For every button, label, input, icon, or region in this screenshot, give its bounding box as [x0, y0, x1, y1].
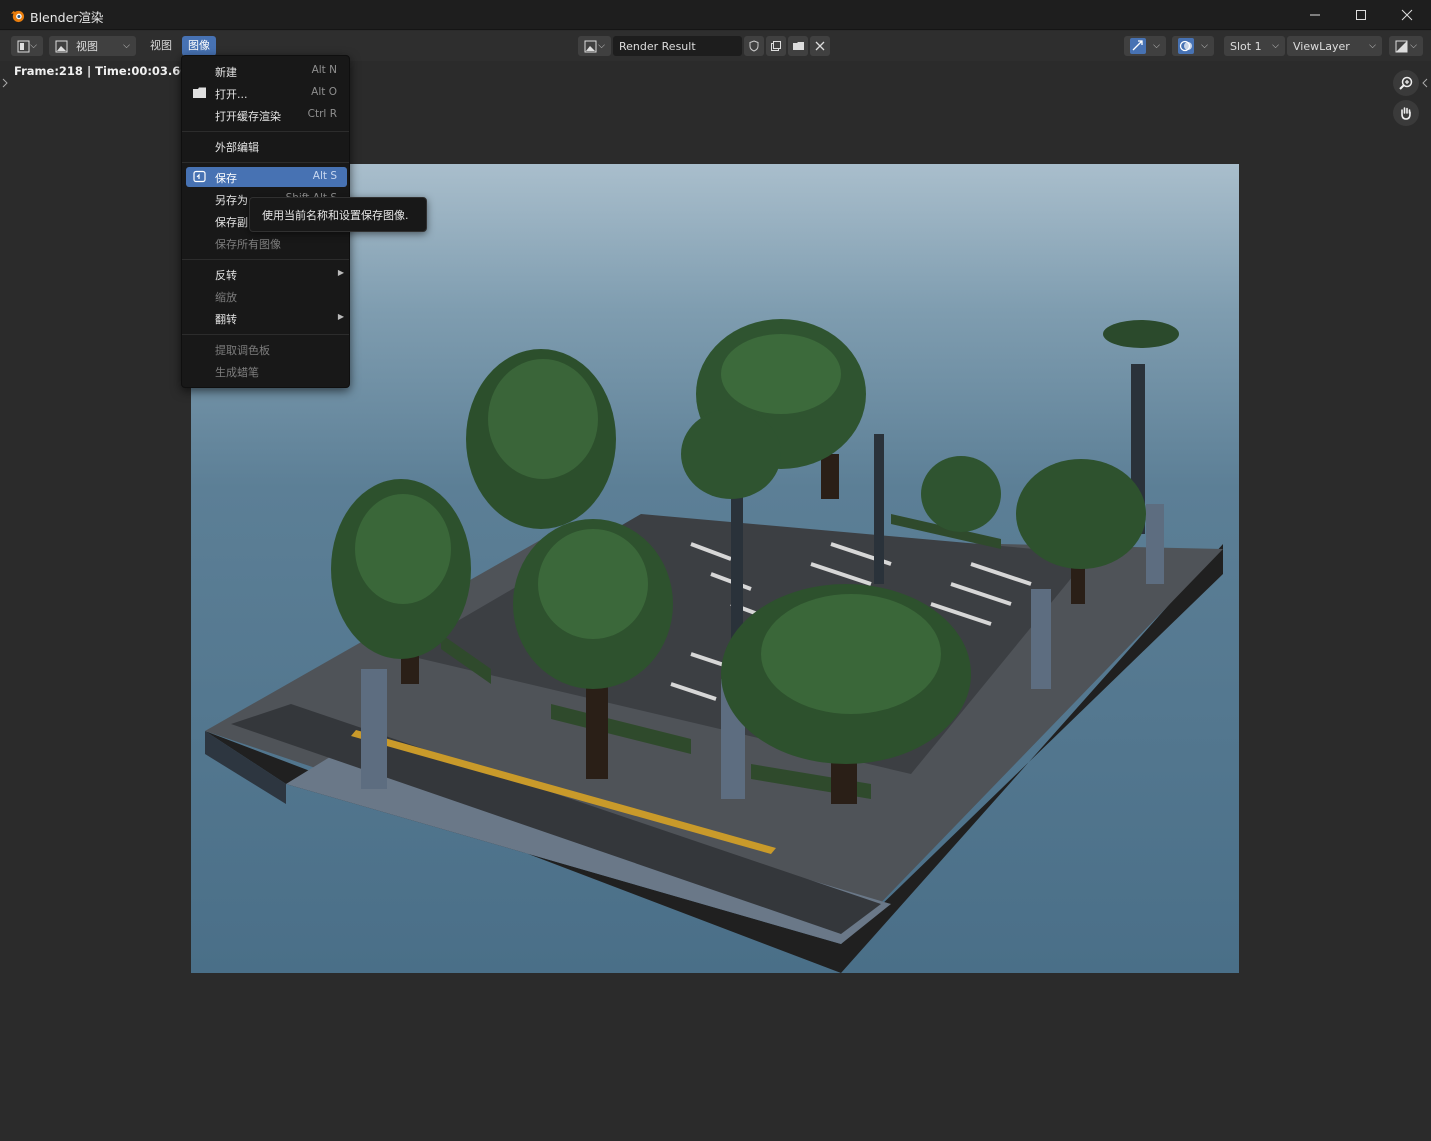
menu-item-save-all-images[interactable]: 保存所有图像 — [186, 233, 347, 253]
minimize-icon — [1310, 14, 1320, 16]
minimize-button[interactable] — [1292, 0, 1338, 30]
menu-item-shortcut: Alt S — [312, 170, 337, 182]
chevron-down-icon: ⌵ — [598, 41, 605, 51]
chevron-down-icon: ⌵ — [1369, 41, 1376, 51]
menu-item-flip[interactable]: 翻转 ▶ — [186, 308, 347, 328]
shield-icon — [749, 40, 759, 52]
close-window-button[interactable] — [1384, 0, 1430, 30]
submenu-arrow-icon: ▶ — [337, 268, 344, 277]
menu-item-label: 提取调色板 — [215, 344, 270, 357]
image-name-field[interactable]: Render Result — [613, 36, 742, 56]
menu-item-shortcut: Alt N — [311, 64, 337, 76]
editor-type-button[interactable]: ⌵ — [11, 36, 43, 56]
maximize-icon — [1356, 10, 1366, 20]
menu-item-invert[interactable]: 反转 ▶ — [186, 264, 347, 284]
menu-item-label: 保存 — [215, 172, 237, 185]
overlay-toggle-button[interactable]: ⌵ — [1172, 36, 1214, 56]
display-channels-select[interactable]: ⌵ — [1389, 36, 1423, 56]
menu-view[interactable]: 视图 — [144, 36, 178, 56]
menu-item-new[interactable]: 新建 Alt N — [186, 61, 347, 81]
menu-item-save[interactable]: 保存 Alt S — [186, 167, 347, 187]
menu-item-resize[interactable]: 缩放 — [186, 286, 347, 306]
image-view-icon — [55, 40, 68, 52]
menu-item-extract-palette[interactable]: 提取调色板 — [186, 339, 347, 359]
close-icon — [1401, 9, 1413, 21]
menu-item-label: 保存所有图像 — [215, 238, 281, 251]
image-editor-icon — [17, 40, 30, 52]
folder-icon — [193, 87, 206, 98]
duplicate-image-button[interactable] — [766, 36, 786, 56]
hand-icon — [1401, 107, 1411, 120]
chevron-down-icon: ⌵ — [123, 41, 130, 51]
left-region-toggle[interactable] — [0, 62, 8, 1141]
menu-item-open[interactable]: 打开... Alt O — [186, 83, 347, 103]
chevron-right-icon — [2, 78, 8, 88]
menu-item-edit-externally[interactable]: 外部编辑 — [186, 136, 347, 156]
unlink-image-button[interactable] — [810, 36, 830, 56]
open-image-button[interactable] — [788, 36, 808, 56]
chevron-down-icon: ⌵ — [1410, 41, 1417, 51]
chevron-down-icon: ⌵ — [1272, 41, 1279, 51]
folder-icon — [792, 42, 804, 50]
menu-item-label: 翻转 — [215, 313, 237, 326]
menu-separator — [182, 131, 349, 132]
view-mode-label: 视图 — [76, 40, 98, 53]
menu-image[interactable]: 图像 — [182, 36, 216, 56]
menu-item-label: 反转 — [215, 269, 237, 282]
slot-select[interactable]: Slot 1 ⌵ — [1224, 36, 1285, 56]
display-channels-icon — [1395, 40, 1408, 52]
close-icon — [815, 41, 825, 51]
save-tooltip: 使用当前名称和设置保存图像. — [249, 197, 427, 232]
menu-separator — [182, 259, 349, 260]
menu-item-label: 保存副 — [215, 216, 248, 229]
title-bar: Blender渲染 — [0, 0, 1431, 30]
save-icon — [193, 170, 206, 183]
view-layer-label: ViewLayer — [1293, 39, 1350, 53]
menu-item-label: 生成蜡笔 — [215, 366, 259, 379]
image-browse-button[interactable]: ⌵ — [578, 36, 611, 56]
pan-button[interactable] — [1393, 100, 1419, 126]
menu-item-open-cached-render[interactable]: 打开缓存渲染 Ctrl R — [186, 105, 347, 125]
duplicate-icon — [771, 41, 781, 51]
fake-user-button[interactable] — [744, 36, 764, 56]
menu-item-label: 缩放 — [215, 291, 237, 304]
menu-item-shortcut: Ctrl R — [307, 108, 337, 120]
menu-item-label: 另存为 — [215, 194, 248, 207]
menu-item-label: 打开缓存渲染 — [215, 110, 281, 123]
menu-item-label: 打开... — [215, 88, 248, 101]
image-name: Render Result — [619, 39, 696, 53]
submenu-arrow-icon: ▶ — [337, 312, 344, 321]
menu-item-shortcut: Alt O — [311, 86, 337, 98]
menu-separator — [182, 162, 349, 163]
menu-item-label: 新建 — [215, 66, 237, 79]
zoom-icon — [1399, 76, 1413, 90]
menu-item-generate-grease-pencil[interactable]: 生成蜡笔 — [186, 361, 347, 381]
chevron-left-icon[interactable] — [1421, 78, 1429, 88]
view-mode-select[interactable]: 视图 ⌵ — [49, 36, 136, 56]
chevron-down-icon: ⌵ — [30, 41, 37, 51]
maximize-button[interactable] — [1338, 0, 1384, 30]
chevron-down-icon: ⌵ — [1153, 41, 1160, 51]
window-title: Blender渲染 — [30, 10, 104, 25]
slot-label: Slot 1 — [1230, 39, 1262, 53]
zoom-button[interactable] — [1393, 70, 1419, 96]
overlay-icon — [1178, 38, 1194, 54]
blender-logo-icon — [10, 10, 25, 23]
gizmo-toggle-button[interactable]: ⌵ — [1124, 36, 1166, 56]
gizmo-icon — [1130, 38, 1146, 54]
menu-item-label: 外部编辑 — [215, 141, 259, 154]
menu-separator — [182, 334, 349, 335]
image-icon — [584, 40, 597, 52]
chevron-down-icon: ⌵ — [1201, 41, 1208, 51]
view-layer-select[interactable]: ViewLayer ⌵ — [1287, 36, 1382, 56]
